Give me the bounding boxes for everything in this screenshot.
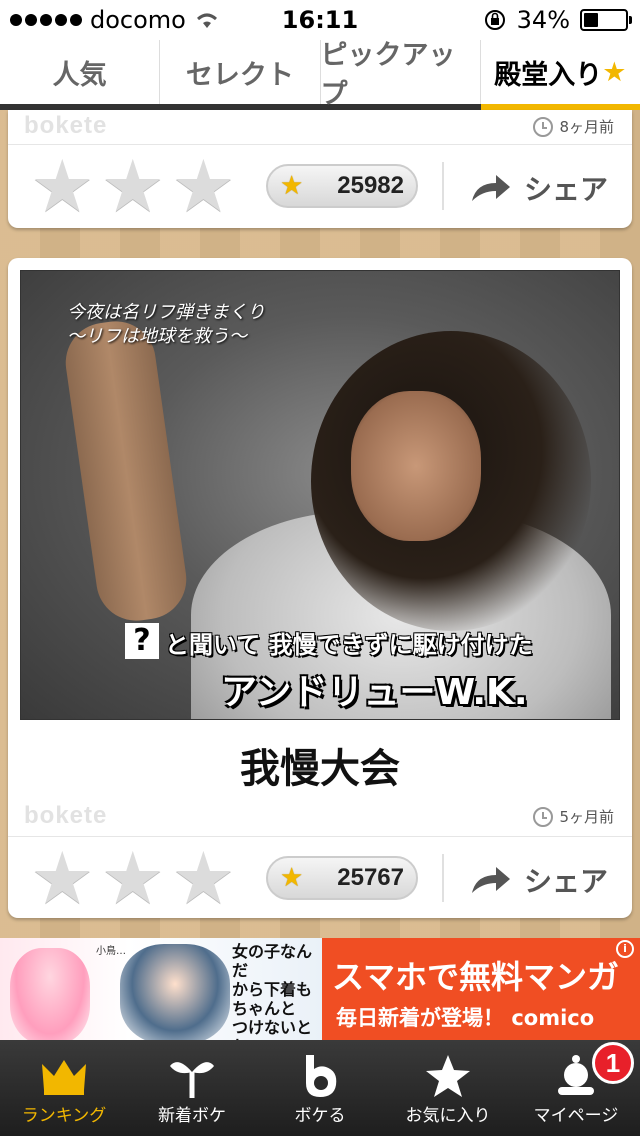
- share-button[interactable]: シェア: [470, 168, 608, 208]
- ad-headline: スマホで無料マンガ: [332, 952, 619, 998]
- star-icon[interactable]: ★: [171, 150, 236, 222]
- ad-headline-part: スマホで: [332, 958, 460, 996]
- star-icon: ★: [280, 171, 304, 201]
- tab-label: 人気: [52, 59, 107, 91]
- nav-label: ランキング: [21, 1106, 107, 1126]
- star-count-badge: ★ 25767: [266, 856, 418, 900]
- star-icon[interactable]: ★: [171, 842, 236, 914]
- post-image[interactable]: 今夜は名リフ弾きまくり 〜リフは地球を救う〜 ? と聞いて 我慢できずに駆け付け…: [20, 270, 620, 720]
- star-icon[interactable]: ★: [101, 150, 166, 222]
- ad-subline: 毎日新着が登場！ comico: [336, 1002, 594, 1032]
- question-mark-box: ?: [125, 623, 159, 659]
- tab-pickup[interactable]: ピックアップ: [319, 40, 480, 110]
- nav-favorites[interactable]: お気に入り: [384, 1040, 512, 1136]
- star-count: 25767: [337, 864, 404, 891]
- clock-icon: [533, 116, 554, 137]
- post-time: 8ヶ月前: [533, 116, 614, 137]
- tab-label: セレクト: [185, 59, 294, 91]
- share-arrow-icon: [472, 867, 510, 893]
- nav-label: お気に入り: [405, 1106, 491, 1126]
- crown-icon: [40, 1052, 88, 1100]
- ad-subline-text: 毎日新着が登場！: [336, 1006, 504, 1030]
- star-icon[interactable]: ★: [30, 150, 95, 222]
- caption-line: 今夜は名リフ弾きまくり: [67, 302, 265, 323]
- time-ago-label: 5ヶ月前: [559, 808, 614, 826]
- share-button[interactable]: シェア: [470, 860, 608, 900]
- post-time: 5ヶ月前: [533, 806, 614, 827]
- tab-hall-of-fame[interactable]: 殿堂入り ★: [479, 40, 640, 110]
- boke-title: 我慢大会: [240, 746, 400, 792]
- time-ago-label: 8ヶ月前: [559, 118, 614, 136]
- nav-new-boke[interactable]: 新着ボケ: [128, 1040, 256, 1136]
- star-icon: [424, 1052, 472, 1100]
- tab-select[interactable]: セレクト: [159, 40, 319, 104]
- manga-text-line: 女の子なんだ: [232, 942, 313, 980]
- bokete-b-icon: [296, 1052, 344, 1100]
- star-count-badge: ★ 25982: [266, 164, 418, 208]
- tab-label: ピックアップ: [320, 40, 456, 110]
- star-icon[interactable]: ★: [30, 842, 95, 914]
- rotation-lock-icon: [484, 10, 505, 30]
- rating-stars[interactable]: ★ ★ ★: [30, 150, 236, 222]
- ad-banner[interactable]: 小鳥… 女の子なんだ から下着も ちゃんと つけないとね スマホで無料マンガ 毎…: [0, 938, 640, 1040]
- nav-label: ボケる: [294, 1106, 346, 1126]
- ad-manga-small-text: 小鳥…: [96, 946, 126, 957]
- nav-post-boke[interactable]: ボケる: [256, 1040, 384, 1136]
- ad-headline-part: 無料マンガ: [459, 958, 620, 996]
- clock-icon: [533, 806, 554, 827]
- rating-stars[interactable]: ★ ★ ★: [30, 842, 236, 914]
- caption-line: 〜リフは地球を救う〜: [67, 326, 247, 347]
- share-label: シェア: [524, 865, 609, 898]
- manga-text-line: ちゃんと: [232, 999, 297, 1018]
- bokete-watermark: bokete: [24, 802, 108, 829]
- nav-label: マイページ: [533, 1106, 619, 1126]
- ad-manga-art: 小鳥… 女の子なんだ から下着も ちゃんと つけないとね: [0, 938, 322, 1040]
- tab-label: 殿堂入り: [494, 59, 603, 91]
- battery-percent: 34%: [516, 6, 570, 34]
- share-arrow-icon: [472, 175, 510, 201]
- bottom-nav: ランキング 新着ボケ ボケる お気に入り 1 マイページ: [0, 1040, 640, 1136]
- bokete-watermark: bokete: [24, 112, 108, 139]
- image-caption-bottom: と聞いて 我慢できずに駆け付けた: [165, 631, 533, 659]
- ad-promo: スマホで無料マンガ 毎日新着が登場！ comico i: [322, 938, 640, 1040]
- info-icon[interactable]: i: [616, 940, 634, 958]
- image-caption-top: 今夜は名リフ弾きまくり 〜リフは地球を救う〜: [67, 301, 265, 349]
- nav-ranking[interactable]: ランキング: [0, 1040, 128, 1136]
- nav-mypage[interactable]: 1 マイページ: [512, 1040, 640, 1136]
- ranking-tabs: 人気 セレクト ピックアップ 殿堂入り ★: [0, 40, 640, 110]
- ad-manga-text: 女の子なんだ から下着も ちゃんと つけないとね: [232, 942, 322, 1040]
- manga-text-line: から下着も: [232, 980, 313, 999]
- image-caption-name: アンドリューW.K.: [221, 672, 528, 713]
- battery-icon: [580, 9, 632, 31]
- share-label: シェア: [524, 173, 609, 206]
- star-icon: ★: [602, 56, 627, 88]
- star-count: 25982: [337, 172, 404, 199]
- star-icon: ★: [280, 863, 304, 893]
- tab-popular[interactable]: 人気: [0, 40, 159, 104]
- divider: [442, 854, 444, 902]
- sprout-icon: [168, 1052, 216, 1100]
- ad-brand: comico: [511, 1006, 595, 1030]
- manga-text-line: つけないとね: [232, 1018, 313, 1040]
- notification-badge: 1: [592, 1042, 634, 1084]
- star-icon[interactable]: ★: [101, 842, 166, 914]
- post-card: 今夜は名リフ弾きまくり 〜リフは地球を救う〜 ? と聞いて 我慢できずに駆け付け…: [8, 258, 632, 918]
- post-card: bokete 8ヶ月前 ★ ★ ★ ★ 25982 シェア: [8, 110, 632, 228]
- nav-label: 新着ボケ: [158, 1106, 226, 1126]
- divider: [442, 162, 444, 210]
